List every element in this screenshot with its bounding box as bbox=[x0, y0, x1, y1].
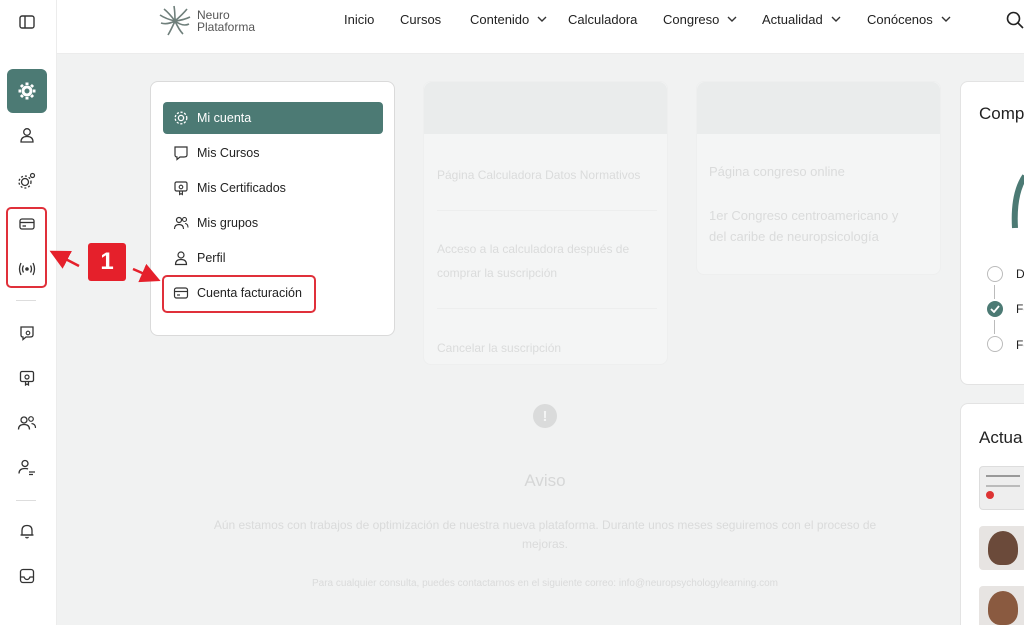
callout-number-badge: 1 bbox=[88, 243, 126, 281]
annotation-arrows bbox=[49, 250, 161, 283]
